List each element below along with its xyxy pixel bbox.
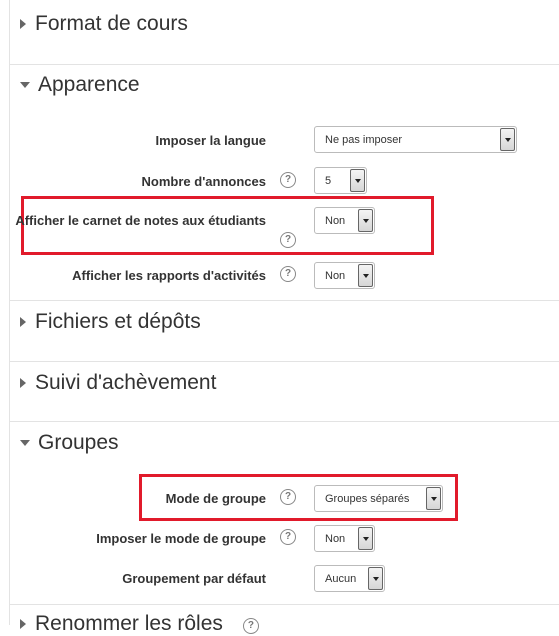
dropdown-button[interactable] bbox=[358, 209, 373, 232]
section-title: Apparence bbox=[38, 73, 140, 96]
select-value: Aucun bbox=[325, 572, 357, 585]
chevron-down-icon bbox=[362, 536, 369, 541]
select-nombre-annonces[interactable]: 5 bbox=[314, 167, 367, 194]
divider bbox=[9, 361, 559, 362]
dropdown-button[interactable] bbox=[500, 128, 515, 151]
section-header-fichiers[interactable]: Fichiers et dépôts bbox=[20, 310, 201, 334]
select-value: Non bbox=[325, 269, 346, 282]
section-title: Renommer les rôles bbox=[35, 612, 223, 635]
section-header-renommer[interactable]: Renommer les rôles ? bbox=[20, 612, 259, 636]
chevron-down-icon bbox=[372, 576, 379, 581]
divider bbox=[9, 300, 559, 301]
collapsed-arrow-icon bbox=[20, 619, 26, 629]
select-value: Non bbox=[325, 214, 346, 227]
chevron-down-icon bbox=[354, 178, 361, 183]
dropdown-button[interactable] bbox=[358, 264, 373, 287]
collapsed-arrow-icon bbox=[20, 378, 26, 388]
divider bbox=[9, 604, 559, 605]
collapsed-arrow-icon bbox=[20, 317, 26, 327]
help-icon[interactable]: ? bbox=[280, 172, 296, 188]
select-value: Non bbox=[325, 532, 346, 545]
chevron-down-icon bbox=[504, 137, 511, 142]
section-title: Fichiers et dépôts bbox=[35, 310, 201, 333]
label-nombre-annonces: Nombre d'annonces bbox=[141, 174, 266, 189]
section-header-groupes[interactable]: Groupes bbox=[20, 431, 119, 455]
label-groupement-defaut: Groupement par défaut bbox=[122, 571, 266, 586]
help-icon[interactable]: ? bbox=[280, 489, 296, 505]
chevron-down-icon bbox=[362, 273, 369, 278]
section-header-suivi[interactable]: Suivi d'achèvement bbox=[20, 371, 216, 395]
collapsed-arrow-icon bbox=[20, 19, 26, 29]
divider bbox=[9, 64, 559, 65]
select-imposer-mode[interactable]: Non bbox=[314, 525, 375, 552]
section-header-format[interactable]: Format de cours bbox=[20, 12, 188, 36]
dropdown-button[interactable] bbox=[358, 527, 373, 550]
expanded-arrow-icon bbox=[20, 440, 30, 446]
expanded-arrow-icon bbox=[20, 82, 30, 88]
label-rapports-activites: Afficher les rapports d'activités bbox=[72, 268, 266, 283]
label-mode-groupe: Mode de groupe bbox=[165, 491, 266, 506]
dropdown-button[interactable] bbox=[368, 567, 383, 590]
select-groupement-defaut[interactable]: Aucun bbox=[314, 565, 385, 592]
select-rapports-activites[interactable]: Non bbox=[314, 262, 375, 289]
section-border bbox=[9, 0, 10, 625]
label-imposer-mode: Imposer le mode de groupe bbox=[96, 531, 266, 546]
help-icon[interactable]: ? bbox=[242, 618, 259, 634]
chevron-down-icon bbox=[362, 218, 369, 223]
section-header-apparence[interactable]: Apparence bbox=[20, 73, 140, 97]
section-title: Groupes bbox=[38, 431, 119, 454]
select-imposer-langue[interactable]: Ne pas imposer bbox=[314, 126, 517, 153]
help-icon[interactable]: ? bbox=[280, 266, 296, 282]
divider bbox=[9, 421, 559, 422]
help-icon[interactable]: ? bbox=[280, 529, 296, 545]
label-carnet-notes: Afficher le carnet de notes aux étudiant… bbox=[15, 213, 266, 228]
help-icon[interactable]: ? bbox=[280, 232, 296, 248]
select-value: Ne pas imposer bbox=[325, 133, 403, 146]
dropdown-button[interactable] bbox=[426, 487, 441, 510]
select-value: Groupes séparés bbox=[325, 492, 410, 505]
section-title: Suivi d'achèvement bbox=[35, 371, 217, 394]
select-mode-groupe[interactable]: Groupes séparés bbox=[314, 485, 443, 512]
select-value: 5 bbox=[325, 174, 332, 187]
chevron-down-icon bbox=[430, 496, 437, 501]
section-title: Format de cours bbox=[35, 12, 188, 35]
label-imposer-langue: Imposer la langue bbox=[155, 133, 266, 148]
select-carnet-notes[interactable]: Non bbox=[314, 207, 375, 234]
dropdown-button[interactable] bbox=[350, 169, 365, 192]
